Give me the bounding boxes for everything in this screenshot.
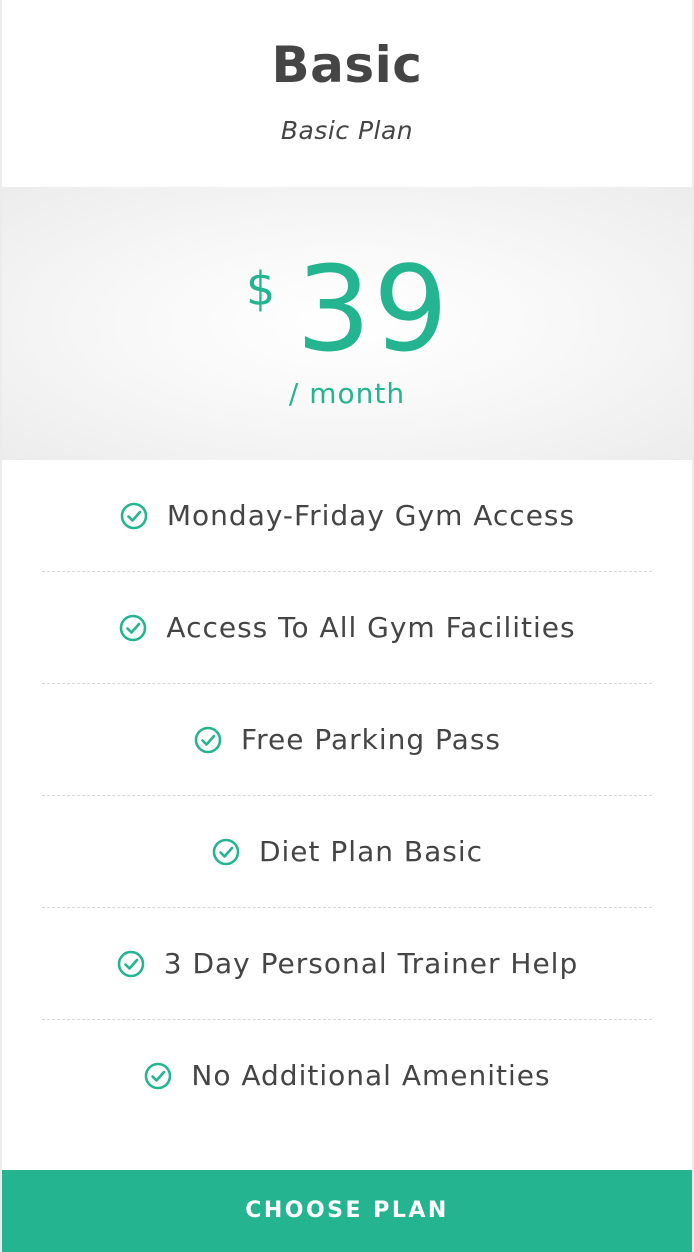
pricing-card: Basic Basic Plan $ 39 / month Monday-Fri… bbox=[2, 0, 692, 1252]
price-currency: $ bbox=[246, 262, 276, 316]
check-circle-icon bbox=[120, 614, 147, 641]
plan-header: Basic Basic Plan bbox=[2, 0, 692, 187]
feature-list: Monday-Friday Gym Access Access To All G… bbox=[42, 460, 652, 1131]
feature-label: Diet Plan Basic bbox=[258, 835, 484, 868]
check-circle-icon bbox=[212, 838, 240, 865]
feature-label: 3 Day Personal Trainer Help bbox=[163, 947, 579, 980]
price-period: / month bbox=[288, 377, 406, 410]
feature-item: Monday-Friday Gym Access bbox=[42, 460, 652, 572]
choose-plan-button[interactable]: CHOOSE PLAN bbox=[2, 1170, 692, 1252]
feature-item: Access To All Gym Facilities bbox=[42, 572, 652, 684]
plan-subtitle: Basic Plan bbox=[280, 116, 414, 145]
check-circle-icon bbox=[117, 950, 145, 977]
feature-item: Diet Plan Basic bbox=[42, 796, 652, 908]
price-section: $ 39 / month bbox=[2, 187, 692, 460]
feature-item: No Additional Amenities bbox=[42, 1020, 652, 1131]
check-circle-icon bbox=[194, 726, 222, 753]
feature-label: Monday-Friday Gym Access bbox=[166, 499, 576, 532]
plan-name: Basic bbox=[271, 36, 423, 94]
feature-label: Free Parking Pass bbox=[241, 723, 501, 756]
check-circle-icon bbox=[145, 1062, 172, 1089]
check-circle-icon bbox=[120, 502, 148, 529]
feature-item: 3 Day Personal Trainer Help bbox=[42, 908, 652, 1020]
feature-item: Free Parking Pass bbox=[42, 684, 652, 796]
price-amount: 39 bbox=[296, 240, 451, 378]
feature-label: No Additional Amenities bbox=[191, 1059, 551, 1092]
feature-label: Access To All Gym Facilities bbox=[166, 611, 576, 644]
